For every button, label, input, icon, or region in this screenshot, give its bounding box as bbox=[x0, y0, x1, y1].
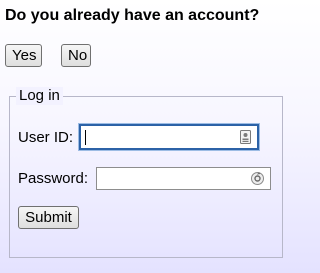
yes-button[interactable]: Yes bbox=[5, 44, 42, 67]
password-reveal-icon[interactable] bbox=[250, 171, 265, 186]
login-legend: Log in bbox=[16, 87, 63, 105]
password-input[interactable] bbox=[96, 167, 271, 190]
text-caret bbox=[85, 130, 86, 145]
submit-button[interactable]: Submit bbox=[18, 206, 79, 229]
id-card-icon[interactable] bbox=[240, 130, 251, 144]
userid-label: User ID: bbox=[18, 129, 74, 146]
password-label: Password: bbox=[18, 170, 89, 187]
userid-input[interactable] bbox=[79, 124, 259, 150]
no-button[interactable]: No bbox=[61, 44, 91, 67]
account-question: Do you already have an account? bbox=[5, 7, 260, 24]
